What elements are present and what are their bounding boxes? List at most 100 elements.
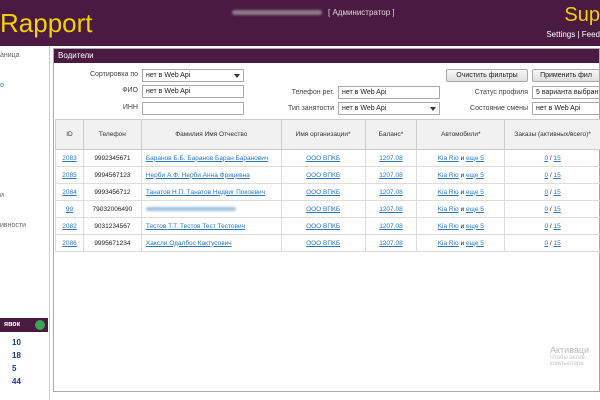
car-link[interactable]: Kia Rio: [438, 172, 459, 179]
refresh-icon[interactable]: [35, 320, 45, 330]
balance-link[interactable]: 1207.08: [379, 189, 403, 196]
active-orders[interactable]: 0: [544, 240, 548, 247]
and-text: и: [460, 188, 465, 196]
phone-label: Телефон рег.: [291, 89, 334, 96]
drivers-table: ID Телефон Фамилия Имя Отчество Имя орга…: [55, 119, 600, 252]
col-cars[interactable]: Автомобили*: [416, 119, 506, 150]
col-id[interactable]: ID: [55, 119, 84, 150]
driver-id-link[interactable]: 2086: [62, 240, 76, 247]
sort-label: Сортировка по: [89, 71, 138, 78]
more-cars-link[interactable]: еще 5: [466, 155, 484, 162]
more-cars-link[interactable]: еще 5: [466, 223, 484, 230]
sidebar-item-2[interactable]: ивности: [0, 222, 26, 229]
stats-title: явок: [4, 321, 21, 328]
col-orders[interactable]: Заказы (активных/всего)*: [504, 119, 600, 150]
inn-input[interactable]: [142, 102, 244, 115]
org-link[interactable]: ООО ВПКБ: [306, 155, 340, 162]
total-orders[interactable]: 15: [554, 189, 561, 196]
driver-id-link[interactable]: 2085: [62, 172, 76, 179]
org-link[interactable]: ООО ВПКБ: [306, 172, 340, 179]
driver-id-link[interactable]: 2083: [62, 155, 76, 162]
clear-filters-button[interactable]: Очистить фильтры: [446, 69, 528, 82]
employment-select[interactable]: нет в Web Api: [338, 102, 440, 115]
org-link[interactable]: ООО ВПКБ: [306, 223, 340, 230]
more-cars-link[interactable]: еще 5: [466, 206, 484, 213]
orders-slash: /: [549, 154, 552, 162]
car-link[interactable]: Kia Rio: [438, 240, 459, 247]
more-cars-link[interactable]: еще 5: [466, 172, 484, 179]
sidebar-item-blue[interactable]: о: [0, 82, 4, 89]
driver-phone: 9993456712: [82, 183, 142, 201]
driver-name-link[interactable]: Танатов Н.П. Танатов Недвиг Покоевич: [146, 189, 265, 196]
active-orders[interactable]: 0: [544, 155, 548, 162]
sort-value: нет в Web Api: [146, 72, 191, 79]
table-row: 2082 9031234567 Тестов Т.Т. Тестов Тест …: [55, 217, 600, 235]
driver-phone: 9992345671: [82, 149, 142, 167]
total-orders[interactable]: 15: [554, 206, 561, 213]
fio-label: ФИО: [122, 87, 138, 94]
total-orders[interactable]: 15: [554, 223, 561, 230]
col-balance[interactable]: Баланс*: [364, 119, 418, 150]
car-link[interactable]: Kia Rio: [438, 189, 459, 196]
car-link[interactable]: Kia Rio: [438, 155, 459, 162]
org-link[interactable]: ООО ВПКБ: [306, 240, 340, 247]
org-link[interactable]: ООО ВПКБ: [306, 189, 340, 196]
and-text: и: [460, 171, 465, 179]
sidebar-item-main[interactable]: аница: [0, 52, 20, 59]
sidebar-item-1[interactable]: и: [0, 192, 4, 199]
driver-id-link[interactable]: 2082: [62, 223, 76, 230]
table-row: 2084 9993456712 Танатов Н.П. Танатов Нед…: [55, 183, 600, 201]
driver-id-link[interactable]: 2084: [62, 189, 76, 196]
active-orders[interactable]: 0: [544, 206, 548, 213]
more-cars-link[interactable]: еще 5: [466, 189, 484, 196]
phone-input[interactable]: нет в Web Api: [338, 86, 440, 99]
driver-phone: 9994567123: [82, 166, 142, 184]
inn-label: ИНН: [122, 104, 138, 111]
top-links[interactable]: Settings | Feed: [546, 30, 600, 39]
col-org[interactable]: Имя организации*: [280, 119, 366, 150]
col-name[interactable]: Фамилия Имя Отчество: [140, 119, 282, 150]
driver-name-link[interactable]: Нерби А.Ф. Нерби Анна Фрицевна: [146, 172, 250, 179]
shift-status-select[interactable]: нет в Web Api: [532, 102, 600, 115]
sidebar: аница о и ивности явок 10 18 5 44: [0, 46, 50, 400]
and-text: и: [460, 205, 465, 213]
orders-slash: /: [549, 222, 552, 230]
total-orders[interactable]: 15: [554, 172, 561, 179]
table-row: 2083 9992345671 Баранов Б.Б. Баранов Бар…: [55, 149, 600, 167]
sort-select[interactable]: нет в Web Api: [142, 69, 244, 82]
driver-id-link[interactable]: 99: [66, 206, 73, 213]
org-link[interactable]: ООО ВПКБ: [306, 206, 340, 213]
balance-link[interactable]: 1207.08: [379, 172, 403, 179]
col-phone[interactable]: Телефон: [82, 119, 142, 150]
orders-slash: /: [549, 205, 552, 213]
car-link[interactable]: Kia Rio: [438, 223, 459, 230]
more-cars-link[interactable]: еще 5: [466, 240, 484, 247]
table-row: 2086 9995671234 Хаксли Одалбос Кактусови…: [55, 234, 600, 252]
balance-link[interactable]: 1207.08: [379, 155, 403, 162]
stat-value: 18: [12, 351, 21, 360]
apply-filters-button[interactable]: Применить фил: [532, 69, 600, 82]
stat-value: 44: [12, 377, 21, 386]
balance-link[interactable]: 1207.08: [379, 240, 403, 247]
drivers-panel: Водители Сортировка по нет в Web Api ФИО…: [53, 48, 600, 392]
active-orders[interactable]: 0: [544, 172, 548, 179]
blurred-username: [232, 10, 322, 16]
total-orders[interactable]: 15: [554, 155, 561, 162]
user-info: [ Администратор ]: [232, 8, 395, 17]
profile-status-select[interactable]: 5 варианта выбран: [532, 86, 600, 99]
total-orders[interactable]: 15: [554, 240, 561, 247]
balance-link[interactable]: 1207.08: [379, 223, 403, 230]
fio-input[interactable]: нет в Web Api: [142, 85, 244, 98]
employment-label: Тип занятости: [287, 105, 334, 112]
driver-name-link[interactable]: Хаксли Одалбос Кактусович: [146, 240, 232, 247]
driver-phone: 9995671234: [82, 234, 142, 252]
chevron-down-icon: [430, 107, 436, 111]
active-orders[interactable]: 0: [544, 223, 548, 230]
orders-slash: /: [549, 239, 552, 247]
active-orders[interactable]: 0: [544, 189, 548, 196]
balance-link[interactable]: 1207.08: [379, 206, 403, 213]
blurred-driver-name[interactable]: [145, 206, 236, 211]
driver-name-link[interactable]: Баранов Б.Б. Баранов Баран Баранович: [146, 155, 268, 162]
driver-name-link[interactable]: Тестов Т.Т. Тестов Тест Тестович: [146, 223, 245, 230]
car-link[interactable]: Kia Rio: [438, 206, 459, 213]
